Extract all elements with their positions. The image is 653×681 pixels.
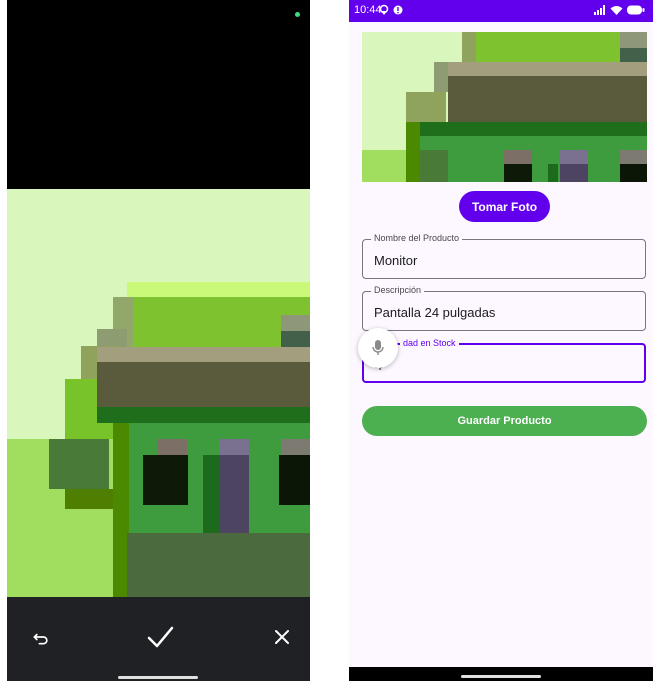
- status-bar: 10:44: [349, 0, 653, 22]
- confirm-photo-button[interactable]: [138, 617, 182, 657]
- location-icon: [379, 4, 389, 15]
- product-name-field[interactable]: Nombre del Producto Monitor: [362, 233, 646, 279]
- microphone-icon: [372, 340, 384, 355]
- camera-review-screen: [7, 0, 310, 681]
- camera-preview-image: [7, 189, 310, 597]
- save-product-button[interactable]: Guardar Producto: [362, 406, 647, 436]
- signal-icon: [594, 5, 605, 15]
- gesture-nav-handle: [118, 676, 198, 679]
- description-label: Descripción: [371, 285, 425, 295]
- description-field[interactable]: Descripción Pantalla 24 pulgadas: [362, 285, 646, 331]
- voice-input-button[interactable]: [358, 328, 398, 368]
- retake-button[interactable]: [21, 617, 61, 657]
- product-name-label: Nombre del Producto: [371, 233, 463, 243]
- gesture-nav-handle: [461, 675, 541, 678]
- stock-quantity-field[interactable]: dad en Stock 4: [362, 338, 646, 383]
- undo-icon: [33, 633, 48, 645]
- product-name-value: Monitor: [374, 253, 418, 268]
- close-icon: [275, 630, 289, 644]
- alert-icon: [393, 5, 403, 14]
- camera-indicator-dot: [295, 12, 300, 17]
- captured-photo: [7, 189, 310, 597]
- status-time: 10:44: [354, 4, 382, 16]
- system-nav-bar: [349, 667, 653, 681]
- battery-icon: [627, 5, 645, 15]
- description-value: Pantalla 24 pulgadas: [374, 305, 496, 320]
- wifi-icon: [610, 6, 623, 15]
- camera-controls-bar: [7, 597, 310, 681]
- cancel-photo-button[interactable]: [262, 617, 302, 657]
- product-photo: [362, 32, 647, 182]
- check-icon: [147, 626, 174, 648]
- stock-quantity-label: dad en Stock: [400, 338, 459, 348]
- take-photo-button[interactable]: Tomar Foto: [459, 191, 550, 222]
- product-photo-image: [362, 32, 647, 182]
